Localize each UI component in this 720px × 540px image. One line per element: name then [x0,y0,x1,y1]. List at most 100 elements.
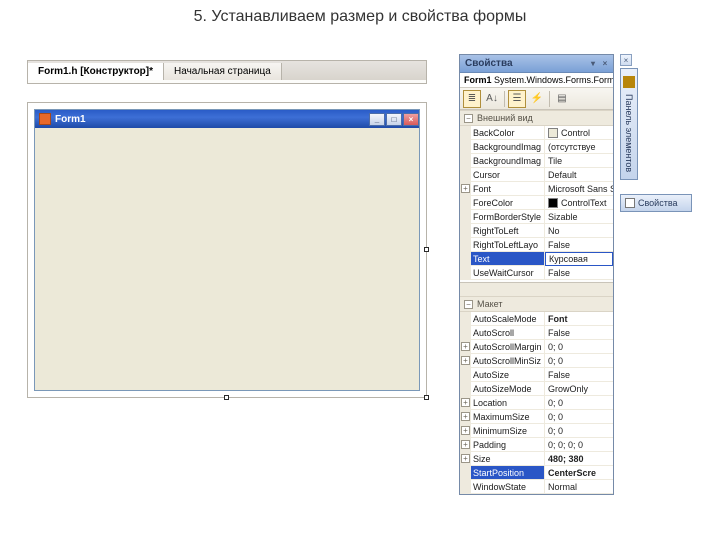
resize-handle-s[interactable] [224,395,229,400]
property-value[interactable]: ControlText [545,196,613,209]
property-value[interactable]: False [545,368,613,381]
property-row[interactable]: +AutoScrollMargin0; 0 [460,340,613,354]
form1-titlebar[interactable]: Form1 _ □ × [35,110,419,128]
property-row[interactable]: TextКурсовая [460,252,613,266]
expand-cell[interactable]: + [460,438,471,451]
property-value[interactable]: (отсутствуе [545,140,613,153]
property-value[interactable]: Normal [545,480,613,493]
panel-close-icon[interactable]: × [600,59,610,69]
property-name: StartPosition [471,466,545,479]
expand-cell [460,224,471,237]
color-swatch [548,128,558,138]
property-row[interactable]: +MaximumSize0; 0 [460,410,613,424]
close-button[interactable]: × [403,113,419,126]
expand-cell [460,154,471,167]
property-value[interactable]: Курсовая [545,252,613,266]
property-value[interactable]: Sizable [545,210,613,223]
properties-button[interactable]: ☰ [508,90,526,108]
property-row[interactable]: StartPositionCenterScre [460,466,613,480]
panel-dropdown-icon[interactable]: ▾ [588,59,598,69]
property-row[interactable]: +MinimumSize0; 0 [460,424,613,438]
collapse-icon[interactable]: − [464,300,473,309]
properties-object-selector[interactable]: Form1 System.Windows.Forms.Form [460,73,613,88]
resize-handle-se[interactable] [424,395,429,400]
expand-cell[interactable]: + [460,424,471,437]
category-appearance[interactable]: − Внешний вид [460,110,613,126]
property-row[interactable]: +Size480; 380 [460,452,613,466]
property-value[interactable]: False [545,326,613,339]
property-row[interactable]: +Padding0; 0; 0; 0 [460,438,613,452]
value-text: Default [548,168,577,181]
property-row[interactable]: RightToLeftLayoFalse [460,238,613,252]
expand-cell[interactable]: + [460,340,471,353]
toolbox-tab[interactable]: Панель элементов [620,68,638,180]
properties-title-text: Свойства [465,58,513,69]
property-row[interactable]: ForeColorControlText [460,196,613,210]
property-value[interactable]: 0; 0 [545,410,613,423]
property-value[interactable]: 0; 0 [545,354,613,367]
properties-panel-title[interactable]: Свойства ▾ × [460,55,613,73]
property-row[interactable]: BackgroundImag(отсутствуе [460,140,613,154]
property-value[interactable]: 0; 0 [545,424,613,437]
expand-cell[interactable]: + [460,410,471,423]
property-value[interactable]: Microsoft Sans Se [545,182,613,195]
property-row[interactable]: AutoSizeModeGrowOnly [460,382,613,396]
property-row[interactable]: +FontMicrosoft Sans Se [460,182,613,196]
category-layout[interactable]: − Макет [460,296,613,312]
property-value[interactable]: 0; 0 [545,340,613,353]
property-value[interactable]: 0; 0; 0; 0 [545,438,613,451]
property-row[interactable]: BackgroundImagTile [460,154,613,168]
form1-window[interactable]: Form1 _ □ × [34,109,420,391]
resize-handle-e[interactable] [424,247,429,252]
property-name: AutoSize [471,368,545,381]
tab-start-page[interactable]: Начальная страница [164,63,282,80]
property-value[interactable]: False [545,266,613,279]
property-value[interactable]: 480; 380 [545,452,613,465]
category-gap [460,282,613,296]
property-value[interactable]: False [545,238,613,251]
property-value[interactable]: Control [545,126,613,139]
designer-area: Form1.h [Конструктор]* Начальная страниц… [27,60,427,398]
property-row[interactable]: CursorDefault [460,168,613,182]
maximize-button[interactable]: □ [386,113,402,126]
property-value[interactable]: No [545,224,613,237]
value-text: 0; 0; 0; 0 [548,438,583,451]
value-text: Font [548,312,568,325]
expand-cell[interactable]: + [460,396,471,409]
property-row[interactable]: UseWaitCursorFalse [460,266,613,280]
property-value[interactable]: Default [545,168,613,181]
property-row[interactable]: +Location0; 0 [460,396,613,410]
property-row[interactable]: FormBorderStyleSizable [460,210,613,224]
property-row[interactable]: +AutoScrollMinSiz0; 0 [460,354,613,368]
categorized-button[interactable]: ≣ [463,90,481,108]
property-value[interactable]: Tile [545,154,613,167]
collapse-icon[interactable]: − [464,114,473,123]
property-pages-button[interactable]: ▤ [553,90,571,108]
property-value[interactable]: 0; 0 [545,396,613,409]
expand-cell [460,238,471,251]
property-value[interactable]: CenterScre [545,466,613,479]
dock-close-icon[interactable]: × [620,54,632,66]
property-row[interactable]: AutoScaleModeFont [460,312,613,326]
expand-cell[interactable]: + [460,182,471,195]
property-value[interactable]: Font [545,312,613,325]
property-row[interactable]: AutoSizeFalse [460,368,613,382]
expand-cell[interactable]: + [460,354,471,367]
property-name: Location [471,396,545,409]
expand-cell[interactable]: + [460,452,471,465]
property-row[interactable]: WindowStateNormal [460,480,613,494]
design-surface[interactable]: Form1 _ □ × [27,102,427,398]
minimize-button[interactable]: _ [369,113,385,126]
properties-grid: − Внешний вид BackColorControlBackground… [460,110,613,494]
property-value[interactable]: GrowOnly [545,382,613,395]
events-button[interactable]: ⚡ [528,90,546,108]
property-row[interactable]: BackColorControl [460,126,613,140]
property-row[interactable]: AutoScrollFalse [460,326,613,340]
toolbox-tab-label: Панель элементов [624,94,634,172]
value-text: (отсутствуе [548,140,595,153]
property-name: AutoScroll [471,326,545,339]
tab-form1-designer[interactable]: Form1.h [Конструктор]* [28,63,164,80]
expand-cell [460,466,471,479]
property-row[interactable]: RightToLeftNo [460,224,613,238]
alphabetical-button[interactable]: A↓ [483,90,501,108]
